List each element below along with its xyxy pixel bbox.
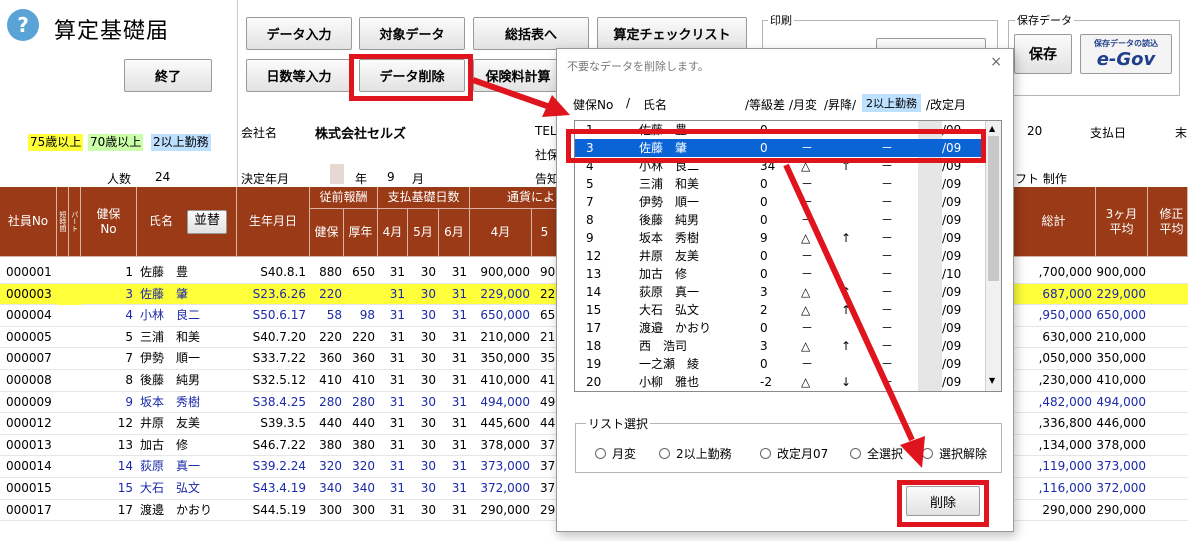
arrow-line-2 xyxy=(783,163,915,442)
arrow-line-1 xyxy=(472,77,551,110)
annotation-arrows xyxy=(472,77,925,468)
arrow-head-2 xyxy=(900,436,925,468)
